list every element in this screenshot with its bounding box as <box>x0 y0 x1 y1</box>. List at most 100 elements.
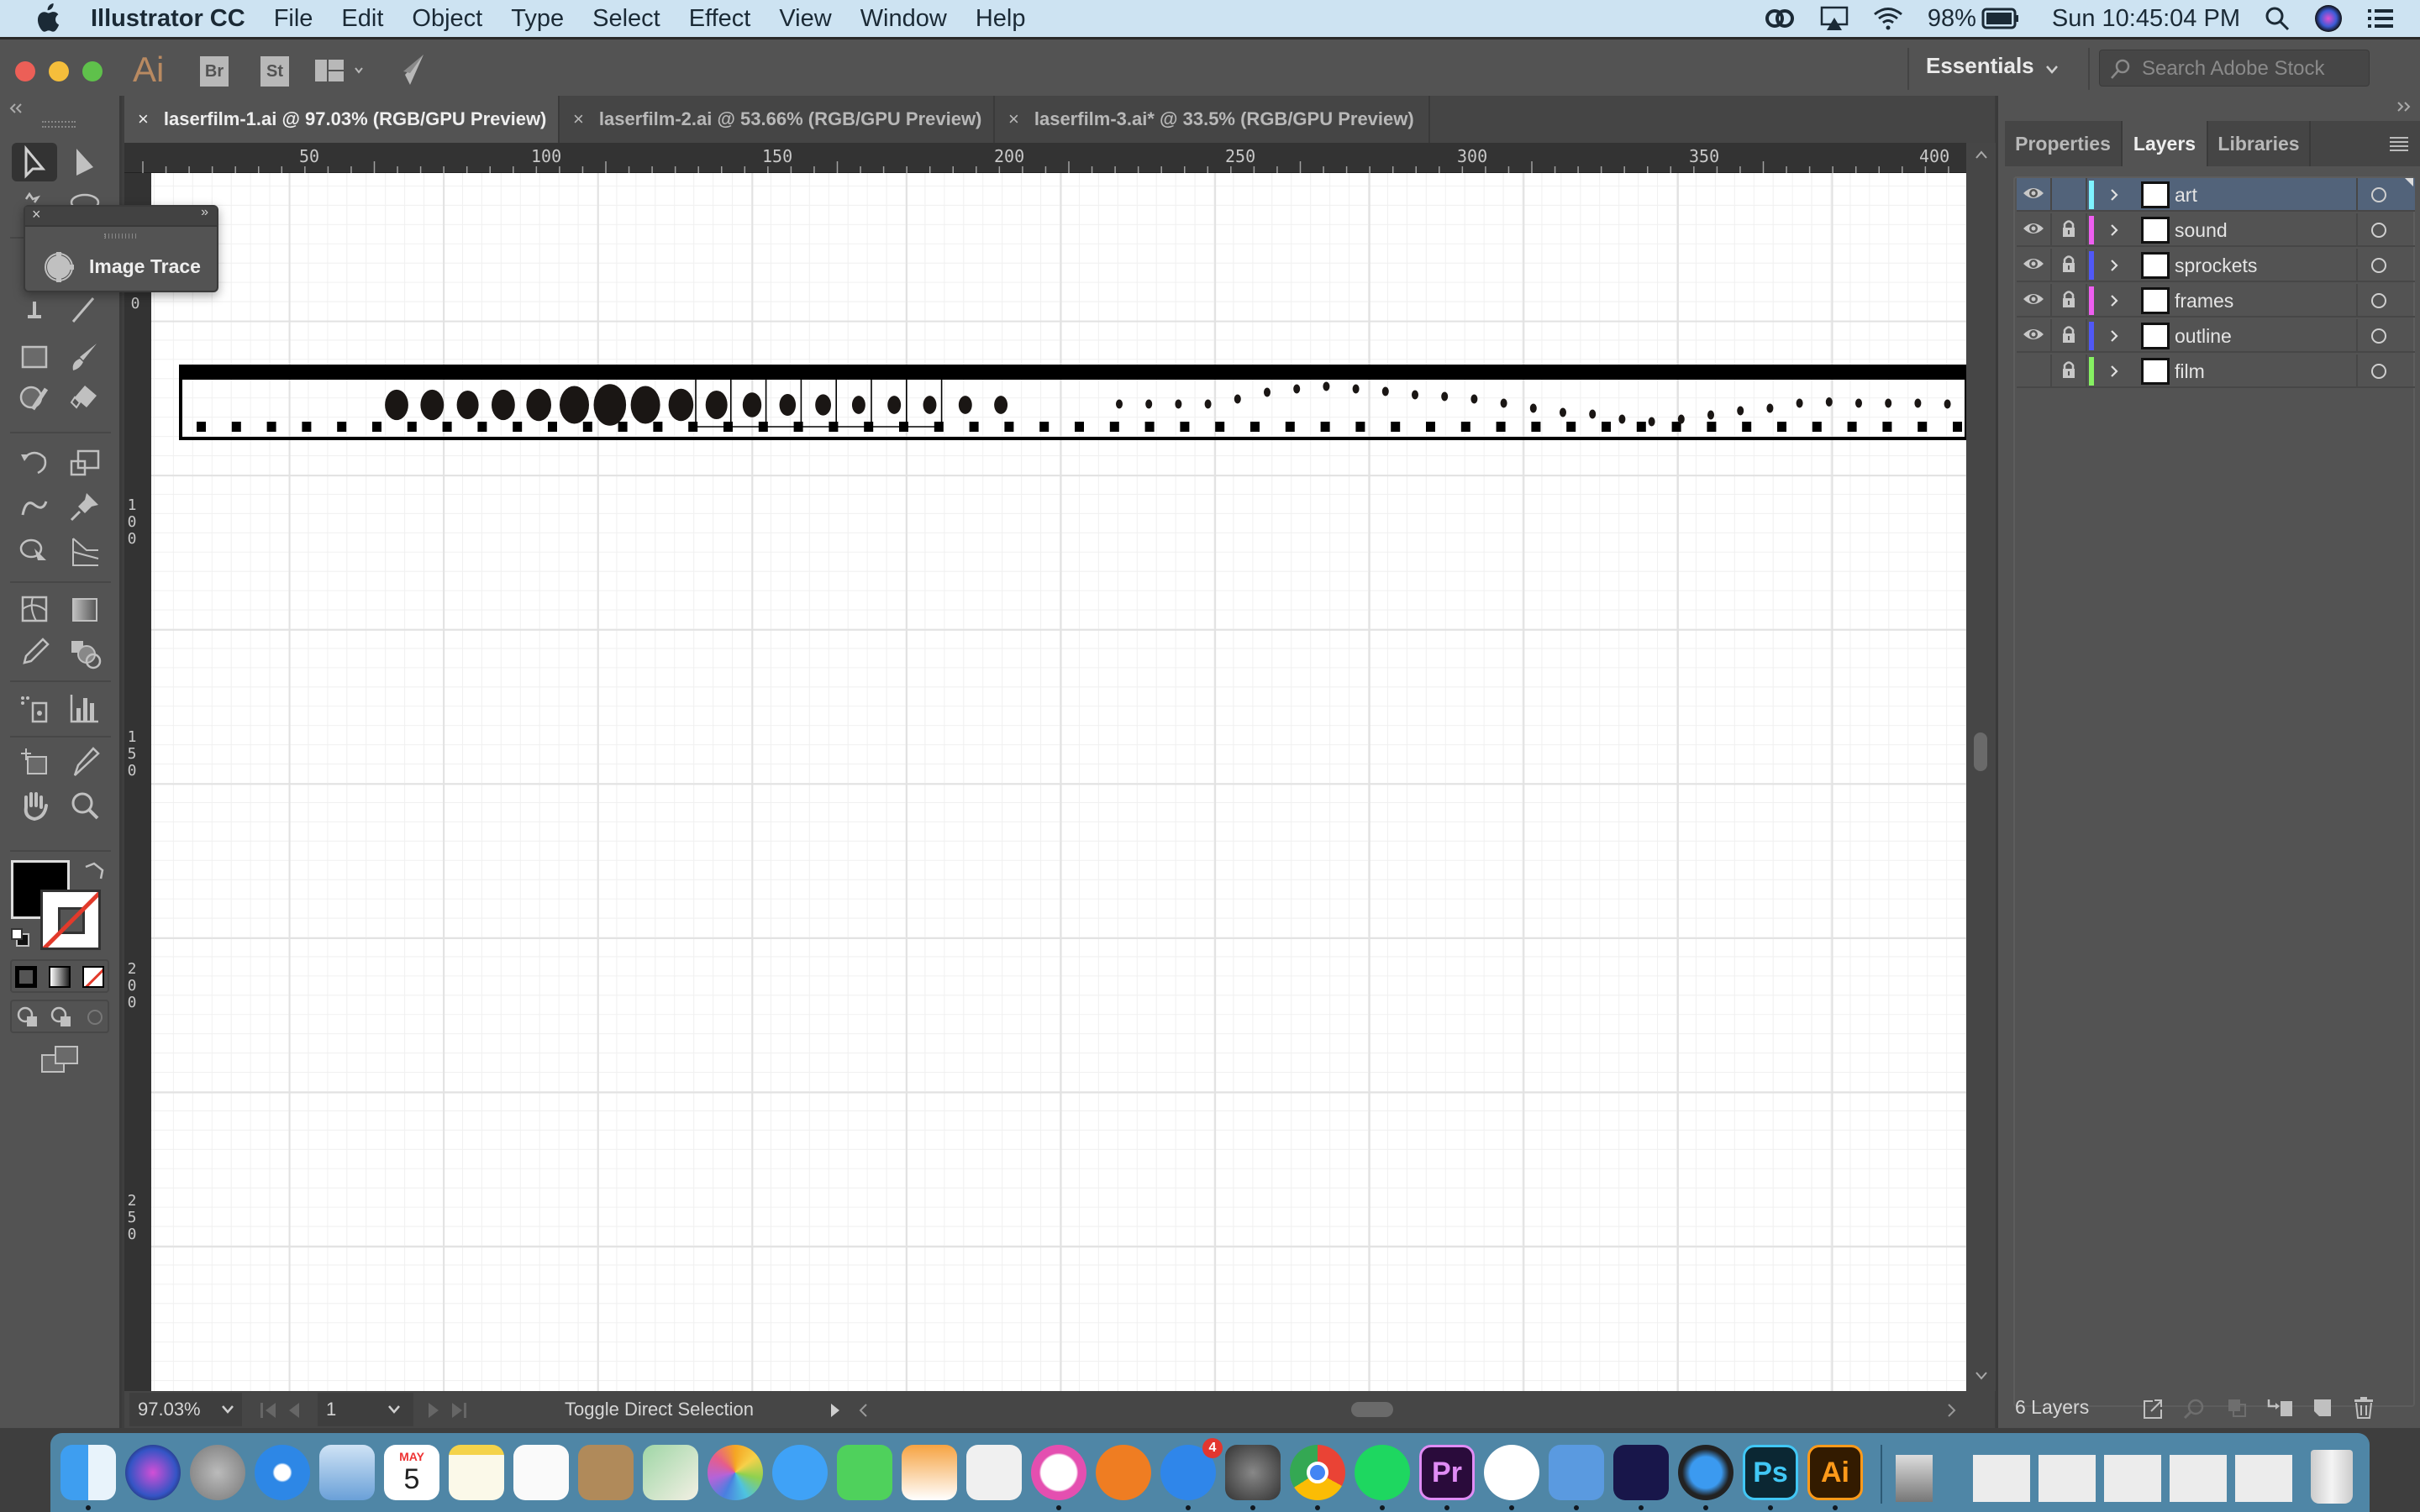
dock-chrome-icon[interactable] <box>1290 1445 1345 1500</box>
none-mode-button[interactable] <box>82 966 104 988</box>
dock-premiere-icon[interactable]: Pr <box>1419 1445 1475 1500</box>
image-trace-icon[interactable] <box>42 250 76 284</box>
spotlight-search-icon[interactable] <box>2264 5 2291 32</box>
pin-tool[interactable] <box>62 487 108 526</box>
creative-cloud-icon[interactable] <box>1765 6 1797 31</box>
status-menu-icon[interactable] <box>829 1401 842 1420</box>
hand-tool[interactable] <box>12 786 57 825</box>
panel-grip[interactable] <box>104 234 138 239</box>
layer-name[interactable]: sprockets <box>2175 249 2257 282</box>
scroll-down-icon[interactable] <box>1975 1371 1988 1381</box>
expand-chevron-icon[interactable] <box>2109 188 2119 202</box>
collapse-dock-icon[interactable] <box>2395 101 2413 113</box>
dock-reminders-icon[interactable] <box>513 1445 569 1500</box>
dock-numbers-icon[interactable] <box>966 1445 1022 1500</box>
layer-row-outline[interactable]: outline <box>2017 319 2415 353</box>
arrange-documents-icon[interactable] <box>315 58 366 85</box>
target-circle-icon[interactable] <box>2371 364 2386 379</box>
selection-tool[interactable] <box>12 143 57 181</box>
dock-minimized-chrome-window[interactable] <box>2039 1455 2096 1502</box>
vertical-scrollbar[interactable] <box>1966 143 1996 1391</box>
expand-chevron-icon[interactable] <box>2109 259 2119 272</box>
lock-toggle[interactable] <box>2052 354 2087 388</box>
stock-button[interactable]: St <box>260 56 289 87</box>
scroll-up-icon[interactable] <box>1975 150 1988 160</box>
scroll-thumb[interactable] <box>1974 732 1987 771</box>
direct-selection-tool[interactable] <box>62 143 108 181</box>
airplay-icon[interactable] <box>1820 6 1849 31</box>
stroke-swatch[interactable] <box>40 890 101 950</box>
scroll-left-icon[interactable] <box>857 1403 869 1418</box>
dock-transmit-icon[interactable] <box>1484 1445 1539 1500</box>
collapse-panel-icon[interactable] <box>8 102 25 114</box>
swap-fill-stroke-icon[interactable] <box>82 860 106 882</box>
dock-system-preferences-icon[interactable] <box>1225 1445 1281 1500</box>
menu-edit[interactable]: Edit <box>341 5 383 33</box>
shaper-tool[interactable] <box>12 378 57 417</box>
close-tab-icon[interactable]: × <box>573 108 584 130</box>
layer-name[interactable]: art <box>2175 178 2197 212</box>
notification-center-icon[interactable] <box>2366 7 2395 30</box>
gradient-tool[interactable] <box>62 590 108 628</box>
screen-mode-icon[interactable] <box>40 1045 79 1074</box>
workspace-switcher[interactable]: Essentials <box>1926 53 2034 79</box>
blend-tool[interactable] <box>62 633 108 672</box>
dock-photoshop-icon[interactable]: Ps <box>1743 1445 1798 1500</box>
gpu-performance-icon[interactable] <box>398 53 430 87</box>
lock-toggle[interactable] <box>2052 213 2087 247</box>
dock-itunes-icon[interactable] <box>1031 1445 1086 1500</box>
eyedropper-tool[interactable] <box>12 633 57 672</box>
draw-behind-icon[interactable] <box>50 1006 74 1028</box>
mesh-tool[interactable] <box>12 590 57 628</box>
image-trace-panel[interactable]: × » Image Trace <box>24 205 218 292</box>
column-graph-tool[interactable] <box>62 689 108 727</box>
horizontal-scroll-thumb[interactable] <box>1351 1402 1393 1417</box>
dock-fiji-icon[interactable] <box>1549 1445 1604 1500</box>
film-strip-artwork[interactable] <box>151 173 1966 1391</box>
zoom-dropdown-icon[interactable] <box>220 1404 235 1415</box>
draw-inside-icon[interactable] <box>84 1006 108 1028</box>
slice-tool[interactable] <box>62 743 108 781</box>
menu-file[interactable]: File <box>274 5 313 33</box>
target-circle-icon[interactable] <box>2371 187 2386 202</box>
dock-calendar-icon[interactable]: MAY 5 <box>384 1445 439 1500</box>
siri-icon[interactable] <box>2314 4 2343 33</box>
dock-pages-icon[interactable] <box>902 1445 957 1500</box>
menu-effect[interactable]: Effect <box>689 5 751 33</box>
dock-safari-icon[interactable] <box>255 1445 310 1500</box>
expand-chevron-icon[interactable] <box>2109 329 2119 343</box>
artboard-dropdown-icon[interactable] <box>387 1404 402 1415</box>
clock[interactable]: Sun 10:45:04 PM <box>2052 5 2240 33</box>
scale-tool[interactable] <box>62 444 108 482</box>
app-name-menu[interactable]: Illustrator CC <box>91 5 245 33</box>
dock-minimized-chrome-window[interactable] <box>1973 1455 2030 1502</box>
previous-artboard-icon[interactable] <box>286 1401 302 1420</box>
lock-toggle[interactable] <box>2052 319 2087 353</box>
target-circle-icon[interactable] <box>2371 258 2386 273</box>
battery-icon[interactable] <box>1981 8 2020 29</box>
dock-ibooks-icon[interactable] <box>1096 1445 1151 1500</box>
dock-finder-icon[interactable] <box>60 1445 116 1500</box>
rotate-tool[interactable] <box>12 444 57 482</box>
gradient-mode-button[interactable] <box>49 966 71 988</box>
collect-for-export-icon[interactable] <box>2141 1398 2163 1420</box>
dock-trash-icon[interactable] <box>2311 1450 2353 1504</box>
bridge-button[interactable]: Br <box>200 56 229 87</box>
color-mode-button[interactable] <box>15 966 37 988</box>
create-new-layer-icon[interactable] <box>2312 1398 2334 1420</box>
tab-properties[interactable]: Properties <box>2005 121 2123 166</box>
layer-row-sound[interactable]: sound <box>2017 213 2415 247</box>
perspective-grid-tool[interactable] <box>62 533 108 571</box>
dock-notes-icon[interactable] <box>449 1445 504 1500</box>
lock-toggle[interactable] <box>2052 249 2087 282</box>
dock-minimized-chrome-window[interactable] <box>2170 1455 2227 1502</box>
line-segment-tool[interactable] <box>62 289 108 328</box>
make-clipping-mask-icon[interactable] <box>2227 1398 2249 1420</box>
expand-chevron-icon[interactable] <box>2109 223 2119 237</box>
tab-laserfilm-3[interactable]: × laserfilm-3.ai* @ 33.5% (RGB/GPU Previ… <box>995 96 1430 143</box>
menu-select[interactable]: Select <box>592 5 660 33</box>
next-artboard-icon[interactable] <box>425 1401 442 1420</box>
artboard-canvas[interactable] <box>151 173 1966 1391</box>
layer-row-sprockets[interactable]: sprockets <box>2017 249 2415 282</box>
horizontal-ruler[interactable]: 50 100 150 200 250 300 350 400 <box>124 143 1966 173</box>
